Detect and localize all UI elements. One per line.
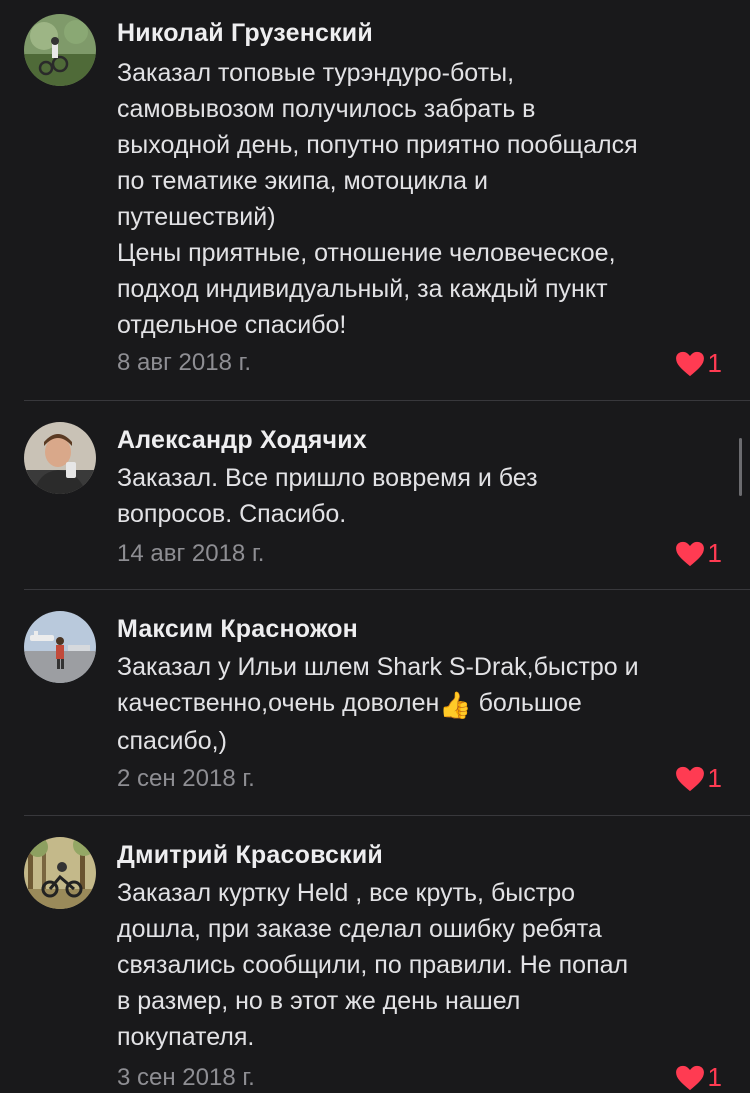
like-count: 1 — [707, 538, 722, 568]
review-text-line: вопросов. Спасибо. — [117, 500, 347, 528]
review-author[interactable]: Александр Ходячих — [117, 426, 367, 455]
review-text: Заказал топовые турэндуро-боты, самовыво… — [117, 55, 737, 343]
review-text-line: отдельное спасибо! — [117, 311, 347, 339]
review-date: 14 авг 2018 г. — [117, 540, 265, 567]
like-button[interactable]: 1 — [675, 538, 722, 569]
review-text-line: спасибо,) — [117, 727, 227, 755]
heart-icon — [675, 351, 705, 377]
review-text-segment: качественно,очень доволен — [117, 689, 440, 717]
like-button[interactable]: 1 — [675, 348, 722, 379]
review-author[interactable]: Николай Грузенский — [117, 19, 373, 48]
review-text-line: покупателя. — [117, 1023, 255, 1051]
review-text-line: выходной день, попутно приятно пообщался — [117, 131, 638, 159]
heart-icon — [675, 1065, 705, 1091]
review-author[interactable]: Дмитрий Красовский — [117, 841, 383, 870]
avatar[interactable] — [24, 14, 96, 86]
review-author[interactable]: Максим Красножон — [117, 615, 358, 644]
review-text-line: Заказал топовые турэндуро-боты, — [117, 59, 515, 87]
like-button[interactable]: 1 — [675, 763, 722, 794]
review-text-line: Заказал. Все пришло вовремя и без — [117, 464, 538, 492]
review-text: Заказал. Все пришло вовремя и без вопрос… — [117, 460, 737, 532]
review-date: 2 сен 2018 г. — [117, 765, 255, 792]
review-text-line: в размер, но в этот же день нашел — [117, 987, 521, 1015]
like-count: 1 — [707, 348, 722, 378]
thumbs-up-icon: 👍 — [439, 690, 472, 720]
heart-icon — [675, 541, 705, 567]
review-text-line: Цены приятные, отношение человеческое, — [117, 239, 616, 267]
review-item: Николай Грузенский Заказал топовые турэн… — [0, 0, 750, 400]
review-text: Заказал куртку Held , все круть, быстро … — [117, 875, 737, 1055]
review-item: Александр Ходячих Заказал. Все пришло во… — [0, 401, 750, 589]
like-button[interactable]: 1 — [675, 1062, 722, 1093]
review-date: 3 сен 2018 г. — [117, 1064, 255, 1091]
review-text-line: связались сообщили, по правили. Не попал — [117, 951, 629, 979]
review-item: Дмитрий Красовский Заказал куртку Held ,… — [0, 816, 750, 1092]
review-text-line: подход индивидуальный, за каждый пункт — [117, 275, 608, 303]
review-text-line: Заказал куртку Held , все круть, быстро — [117, 879, 575, 907]
scrollbar[interactable] — [739, 438, 742, 496]
review-text: Заказал у Ильи шлем Shark S-Drak,быстро … — [117, 649, 737, 759]
review-date: 8 авг 2018 г. — [117, 349, 252, 376]
avatar[interactable] — [24, 611, 96, 683]
heart-icon — [675, 766, 705, 792]
review-text-line: по тематике экипа, мотоцикла и — [117, 167, 488, 195]
like-count: 1 — [707, 763, 722, 793]
review-text-line: качественно,очень доволен👍 большое — [117, 685, 737, 723]
avatar[interactable] — [24, 422, 96, 494]
review-text-line: путешествий) — [117, 203, 276, 231]
review-item: Максим Красножон Заказал у Ильи шлем Sha… — [0, 590, 750, 815]
review-text-segment: большое — [471, 689, 582, 717]
review-text-line: самовывозом получилось забрать в — [117, 95, 536, 123]
review-text-line: дошла, при заказе сделал ошибку ребята — [117, 915, 602, 943]
review-text-line: Заказал у Ильи шлем Shark S-Drak,быстро … — [117, 653, 639, 681]
like-count: 1 — [707, 1062, 722, 1092]
avatar[interactable] — [24, 837, 96, 909]
